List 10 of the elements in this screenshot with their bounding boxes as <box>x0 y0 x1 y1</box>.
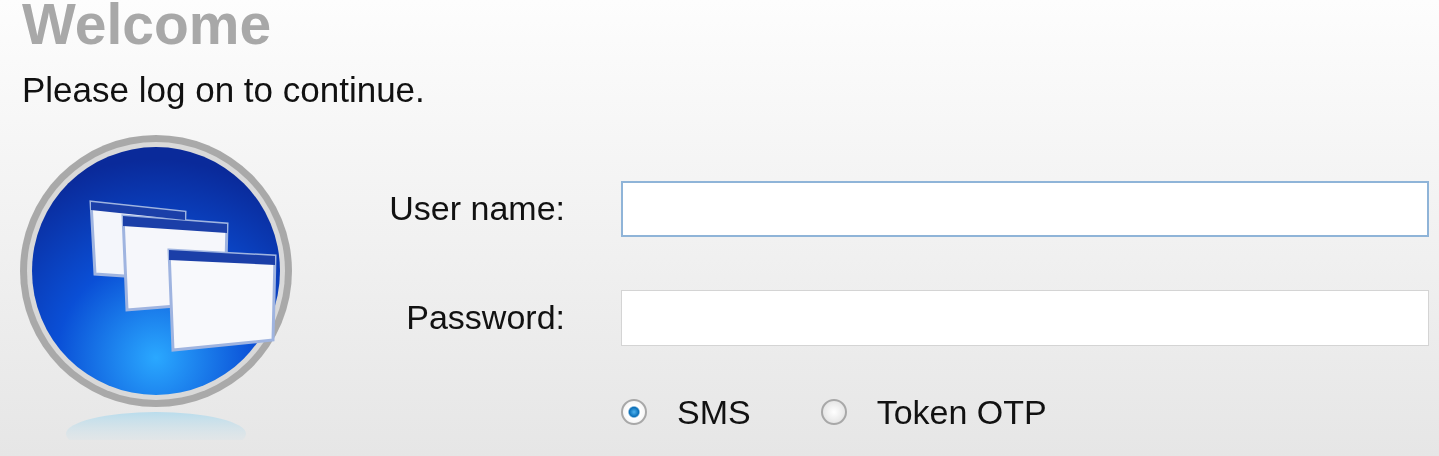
field-label: Password: <box>405 298 566 337</box>
radio-label[interactable]: SMS <box>677 392 751 432</box>
field-label: User name: <box>388 189 566 228</box>
input-field[interactable] <box>621 289 1429 346</box>
radio-label[interactable]: Token OTP <box>876 392 1047 432</box>
instruction-text: Please log on to continue. <box>22 70 426 110</box>
radio-button[interactable] <box>820 399 847 425</box>
radio-button[interactable] <box>621 399 647 425</box>
input-field[interactable] <box>621 180 1429 237</box>
page-title: Welcome <box>22 0 273 52</box>
